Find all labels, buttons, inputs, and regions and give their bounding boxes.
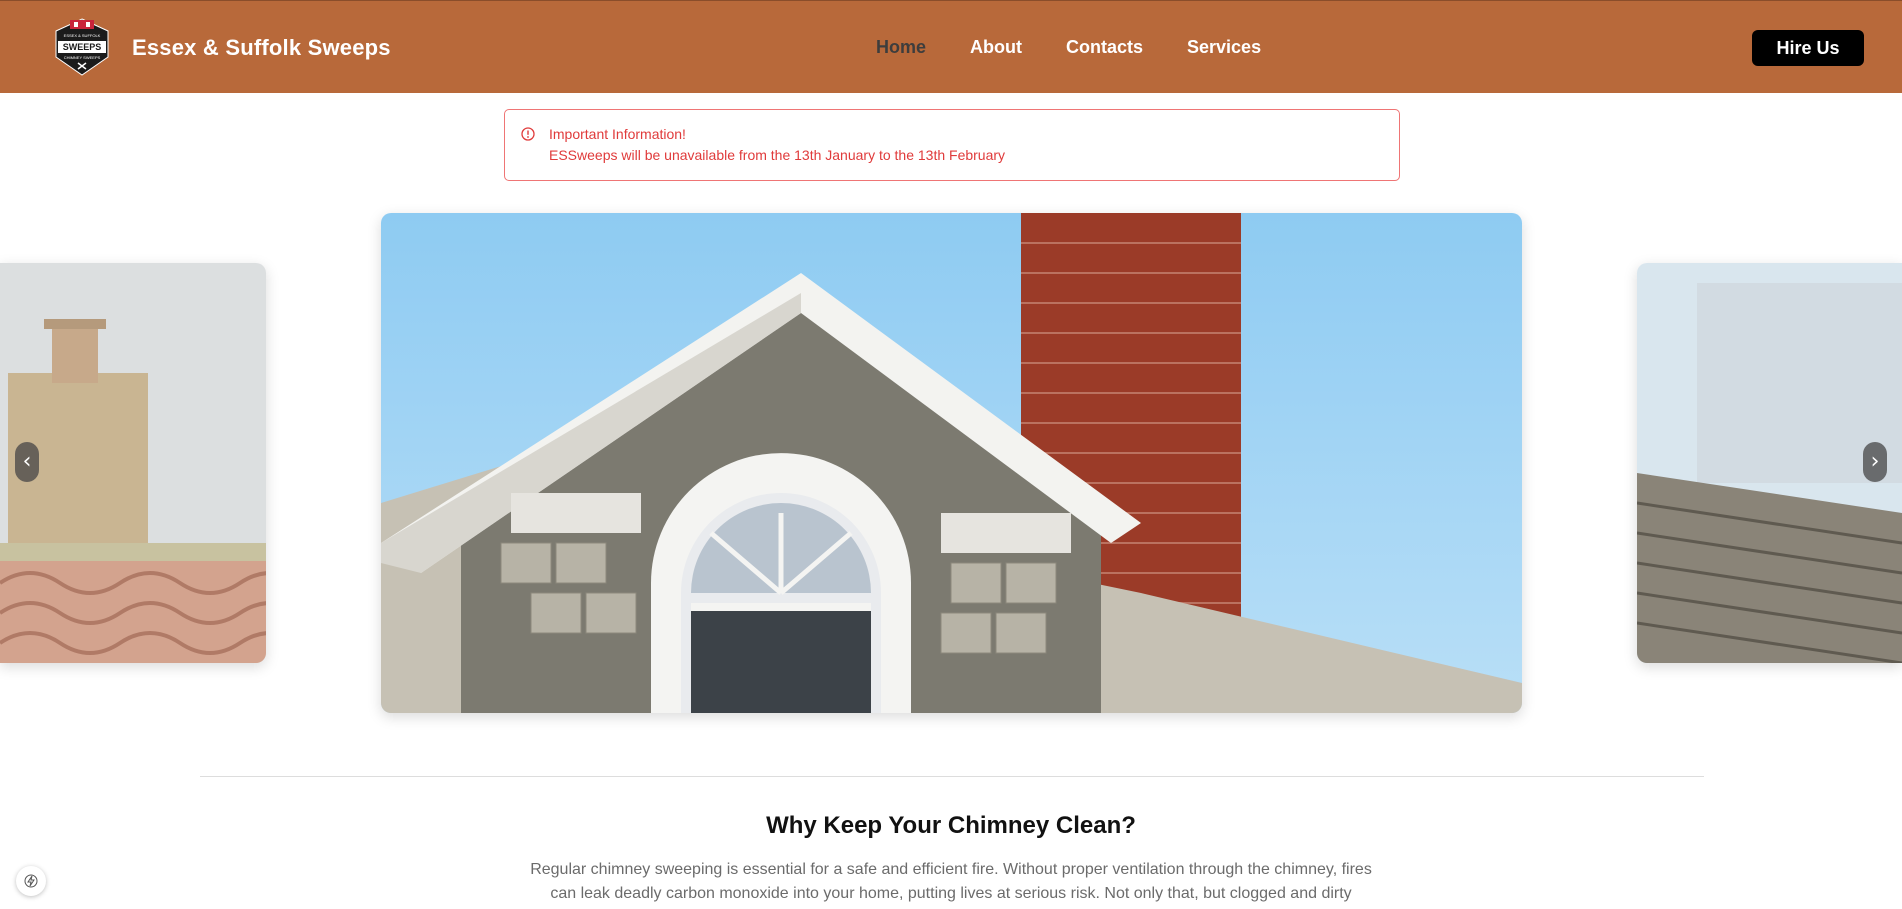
nav-home[interactable]: Home [876, 37, 926, 58]
logo-main-text: SWEEPS [63, 42, 102, 52]
logo-bottom-text: CHIMNEY SWEEPS [64, 55, 101, 60]
section-body-line-1: Regular chimney sweeping is essential fo… [530, 861, 1372, 878]
brand-logo[interactable]: SWEEPS ESSEX & SUFFOLK CHIMNEY SWEEPS [52, 17, 112, 77]
carousel-slide-current[interactable] [381, 213, 1522, 713]
main-nav: Home About Contacts Services [876, 37, 1305, 58]
site-header: SWEEPS ESSEX & SUFFOLK CHIMNEY SWEEPS Es… [0, 0, 1902, 93]
important-info-alert: Important Information! ESSweeps will be … [504, 109, 1400, 181]
hire-us-button[interactable]: Hire Us [1752, 30, 1864, 66]
section-title: Why Keep Your Chimney Clean? [766, 812, 1136, 839]
alert-message: ESSweeps will be unavailable from the 13… [549, 147, 1006, 163]
brand-name[interactable]: Essex & Suffolk Sweeps [132, 35, 391, 61]
nav-services[interactable]: Services [1187, 37, 1261, 58]
logo-top-text: ESSEX & SUFFOLK [64, 33, 101, 38]
alert-title: Important Information! [549, 126, 686, 142]
alert-circle-icon [521, 127, 535, 141]
section-body: Regular chimney sweeping is essential fo… [521, 858, 1381, 906]
nav-contacts[interactable]: Contacts [1066, 37, 1143, 58]
carousel-next-button[interactable]: › [1863, 442, 1887, 482]
carousel-prev-button[interactable]: ‹ [15, 442, 39, 482]
section-divider [200, 776, 1704, 777]
carousel-slide-previous[interactable] [0, 263, 266, 663]
section-body-line-2: can leak deadly carbon monoxide into you… [550, 885, 1352, 902]
bolt-icon[interactable] [16, 866, 46, 896]
nav-about[interactable]: About [970, 37, 1022, 58]
